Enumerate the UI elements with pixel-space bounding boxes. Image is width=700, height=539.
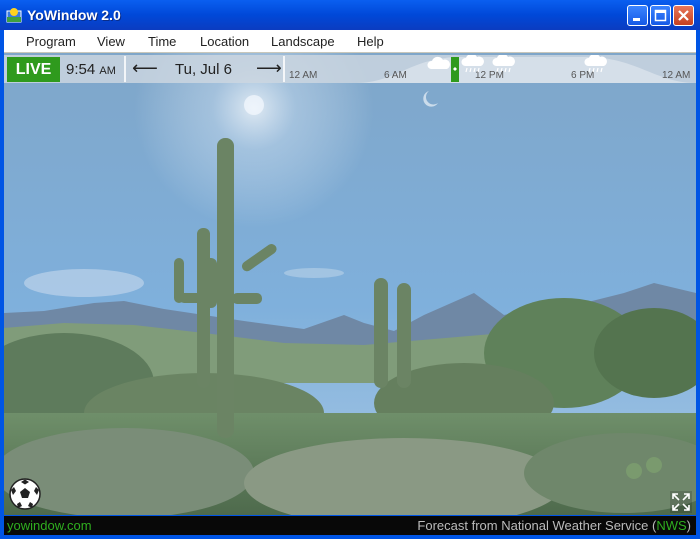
menu-landscape[interactable]: Landscape <box>271 34 335 49</box>
timeline-tick: 12 AM <box>662 70 691 81</box>
previous-day-button[interactable]: ⟵ <box>132 58 158 79</box>
credit-suffix: ) <box>686 518 691 533</box>
minimize-button[interactable] <box>627 5 648 26</box>
forecast-credit: Forecast from National Weather Service (… <box>417 518 691 533</box>
separator <box>283 56 285 82</box>
menu-view[interactable]: View <box>97 34 125 49</box>
rain-cloud-icon <box>492 55 515 73</box>
time-bar: LIVE 9:54 AM ⟵ Tu, Jul 6 ⟶ 12 AM 6 AM 12… <box>4 55 696 83</box>
nws-link[interactable]: NWS <box>656 518 686 533</box>
next-day-button[interactable]: ⟶ <box>256 58 282 79</box>
current-time: 9:54 AM <box>66 61 116 78</box>
weather-landscape-scene[interactable] <box>4 53 696 515</box>
close-icon <box>678 10 689 21</box>
sun-window-icon <box>6 8 22 23</box>
separator <box>124 56 126 82</box>
menu-bar: Program View Time Location Landscape Hel… <box>4 30 696 53</box>
fullscreen-icon[interactable] <box>670 491 692 513</box>
maximize-icon <box>654 9 667 22</box>
menu-help[interactable]: Help <box>357 34 384 49</box>
soccer-ball-icon[interactable] <box>8 477 42 511</box>
menu-time[interactable]: Time <box>148 34 176 49</box>
time-ampm: AM <box>99 65 116 77</box>
rain-cloud-icon <box>584 55 607 73</box>
current-date: Tu, Jul 6 <box>175 61 232 78</box>
window-title: YoWindow 2.0 <box>27 7 121 23</box>
live-button[interactable]: LIVE <box>7 57 60 82</box>
title-bar[interactable]: YoWindow 2.0 <box>0 0 700 30</box>
menu-program[interactable]: Program <box>26 34 76 49</box>
close-button[interactable] <box>673 5 694 26</box>
minimize-icon <box>633 18 640 21</box>
cloud-icon <box>427 56 450 69</box>
app-window: YoWindow 2.0 Program View Time Location … <box>0 0 700 539</box>
website-link[interactable]: yowindow.com <box>7 518 92 533</box>
menu-location[interactable]: Location <box>200 34 249 49</box>
timeline-tick: 12 AM <box>289 70 318 81</box>
maximize-button[interactable] <box>650 5 671 26</box>
drag-handle-icon <box>453 67 457 71</box>
current-time-slider[interactable] <box>451 57 459 82</box>
status-bar: yowindow.com Forecast from National Weat… <box>4 516 696 535</box>
rain-cloud-icon <box>461 55 484 73</box>
time-value: 9:54 <box>66 61 96 78</box>
timeline-tick: 6 AM <box>384 70 407 81</box>
credit-prefix: Forecast from National Weather Service ( <box>417 518 657 533</box>
